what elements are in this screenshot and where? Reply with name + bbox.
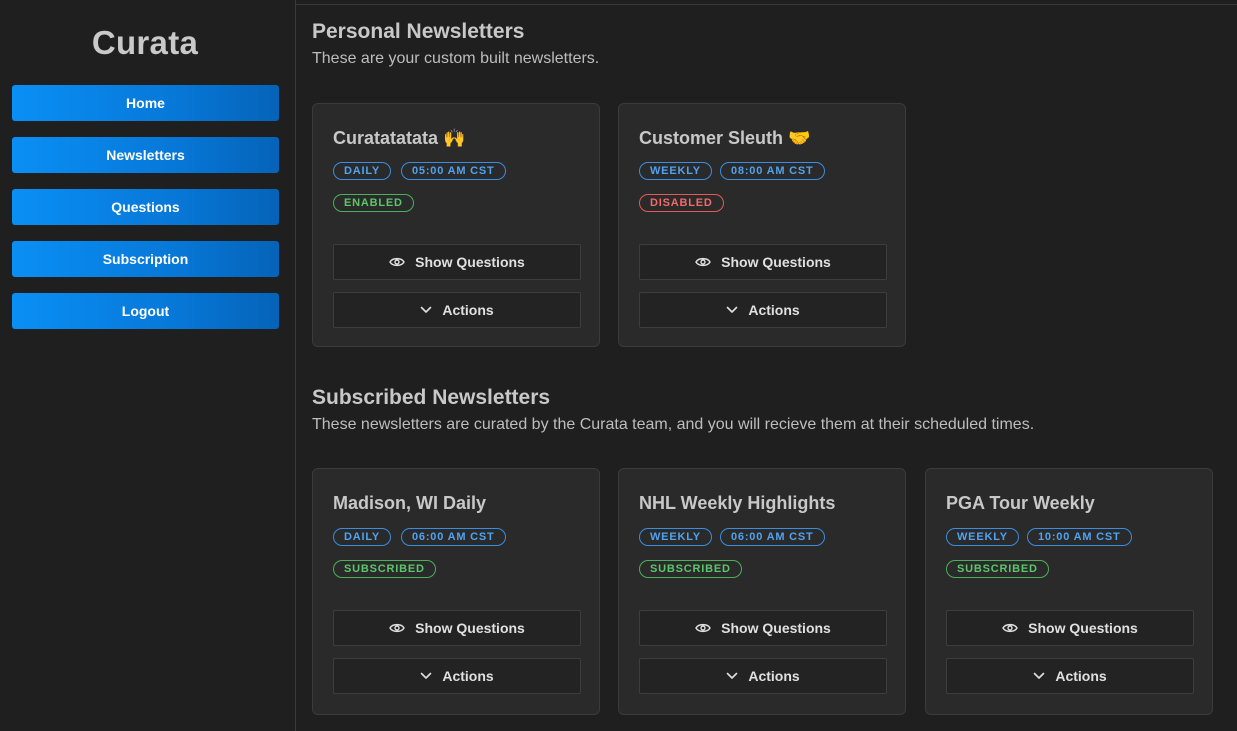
actions-button[interactable]: Actions	[333, 658, 581, 694]
time-badge: 06:00 AM CST	[720, 528, 825, 546]
actions-button[interactable]: Actions	[639, 658, 887, 694]
newsletter-title: PGA Tour Weekly	[946, 493, 1095, 513]
chevron-down-icon	[726, 672, 738, 680]
actions-label: Actions	[748, 302, 800, 318]
brand-logo[interactable]: Curata	[0, 24, 290, 62]
nav-logout-button[interactable]: Logout	[12, 293, 279, 329]
time-badge: 05:00 AM CST	[401, 162, 506, 180]
eye-icon	[389, 256, 405, 268]
actions-button[interactable]: Actions	[946, 658, 1194, 694]
sidebar: Curata Home Newsletters Questions Subscr…	[0, 0, 296, 731]
eye-icon	[695, 256, 711, 268]
actions-label: Actions	[442, 668, 494, 684]
show-questions-label: Show Questions	[1028, 620, 1138, 636]
nav-home-button[interactable]: Home	[12, 85, 279, 121]
newsletter-card: Curatatatata 🙌 DAILY 05:00 AM CST ENABLE…	[312, 103, 600, 347]
time-badge: 10:00 AM CST	[1027, 528, 1132, 546]
show-questions-button[interactable]: Show Questions	[639, 244, 887, 280]
newsletter-card: Customer Sleuth 🤝 WEEKLY 08:00 AM CST DI…	[618, 103, 906, 347]
actions-label: Actions	[748, 668, 800, 684]
subscribed-section-subtitle: These newsletters are curated by the Cur…	[312, 416, 1035, 433]
time-badge: 08:00 AM CST	[720, 162, 825, 180]
show-questions-button[interactable]: Show Questions	[946, 610, 1194, 646]
show-questions-label: Show Questions	[415, 254, 525, 270]
top-divider	[296, 4, 1237, 5]
eye-icon	[695, 622, 711, 634]
chevron-down-icon	[420, 672, 432, 680]
show-questions-button[interactable]: Show Questions	[639, 610, 887, 646]
personal-section-title: Personal Newsletters	[312, 20, 525, 43]
show-questions-label: Show Questions	[415, 620, 525, 636]
show-questions-button[interactable]: Show Questions	[333, 244, 581, 280]
show-questions-label: Show Questions	[721, 620, 831, 636]
show-questions-label: Show Questions	[721, 254, 831, 270]
time-badge: 06:00 AM CST	[401, 528, 506, 546]
eye-icon	[1002, 622, 1018, 634]
personal-section-subtitle: These are your custom built newsletters.	[312, 50, 600, 67]
newsletter-title: Curatatatata 🙌	[333, 128, 466, 148]
newsletter-title: Customer Sleuth 🤝	[639, 128, 811, 148]
newsletter-title: Madison, WI Daily	[333, 493, 487, 513]
actions-label: Actions	[442, 302, 494, 318]
eye-icon	[389, 622, 405, 634]
nav-newsletters-button[interactable]: Newsletters	[12, 137, 279, 173]
frequency-badge: WEEKLY	[639, 528, 712, 546]
newsletter-title: NHL Weekly Highlights	[639, 493, 836, 513]
frequency-badge: WEEKLY	[946, 528, 1019, 546]
newsletter-card: NHL Weekly Highlights WEEKLY 06:00 AM CS…	[618, 468, 906, 715]
actions-button[interactable]: Actions	[639, 292, 887, 328]
chevron-down-icon	[726, 306, 738, 314]
nav-subscription-button[interactable]: Subscription	[12, 241, 279, 277]
status-badge: SUBSCRIBED	[333, 560, 436, 578]
chevron-down-icon	[420, 306, 432, 314]
status-badge: SUBSCRIBED	[946, 560, 1049, 578]
actions-label: Actions	[1055, 668, 1107, 684]
newsletter-card: Madison, WI Daily DAILY 06:00 AM CST SUB…	[312, 468, 600, 715]
frequency-badge: DAILY	[333, 162, 391, 180]
show-questions-button[interactable]: Show Questions	[333, 610, 581, 646]
frequency-badge: WEEKLY	[639, 162, 712, 180]
frequency-badge: DAILY	[333, 528, 391, 546]
status-badge: ENABLED	[333, 194, 414, 212]
nav-questions-button[interactable]: Questions	[12, 189, 279, 225]
status-badge: DISABLED	[639, 194, 724, 212]
newsletter-card: PGA Tour Weekly WEEKLY 10:00 AM CST SUBS…	[925, 468, 1213, 715]
actions-button[interactable]: Actions	[333, 292, 581, 328]
subscribed-section-title: Subscribed Newsletters	[312, 386, 551, 409]
chevron-down-icon	[1033, 672, 1045, 680]
status-badge: SUBSCRIBED	[639, 560, 742, 578]
